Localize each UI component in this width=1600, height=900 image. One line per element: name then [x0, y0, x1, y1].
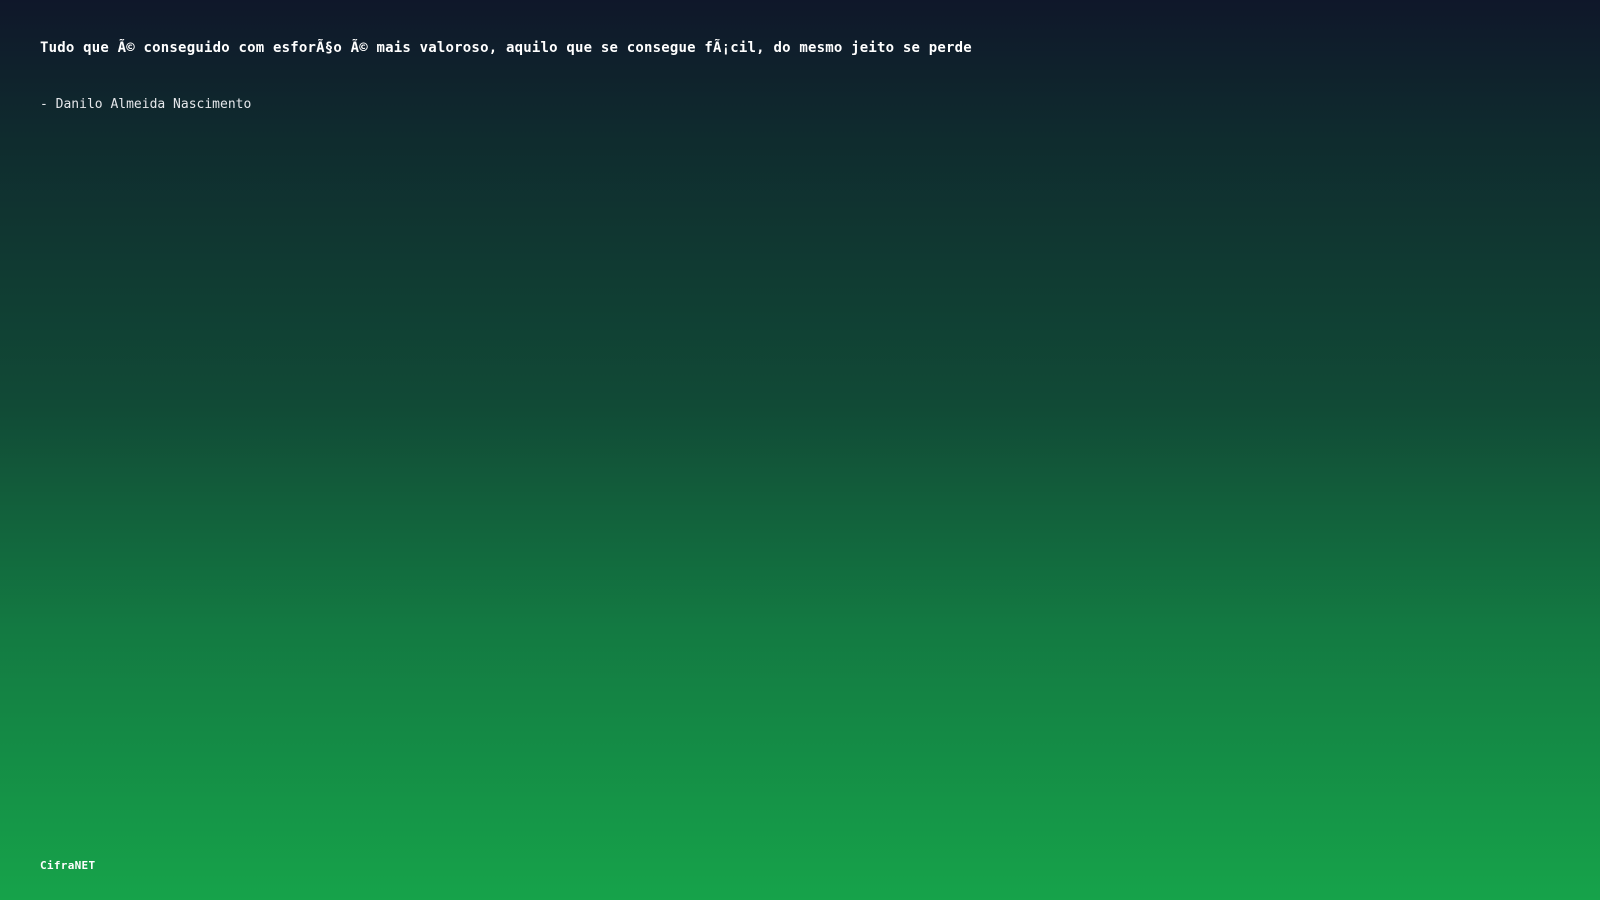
quote-card: Tudo que Ã© conseguido com esforÃ§o Ã© m…: [40, 36, 1560, 115]
quote-author: - Danilo Almeida Nascimento: [40, 97, 252, 112]
brand-label: CifraNET: [40, 859, 96, 872]
quote-text: Tudo que Ã© conseguido com esforÃ§o Ã© m…: [40, 40, 972, 56]
